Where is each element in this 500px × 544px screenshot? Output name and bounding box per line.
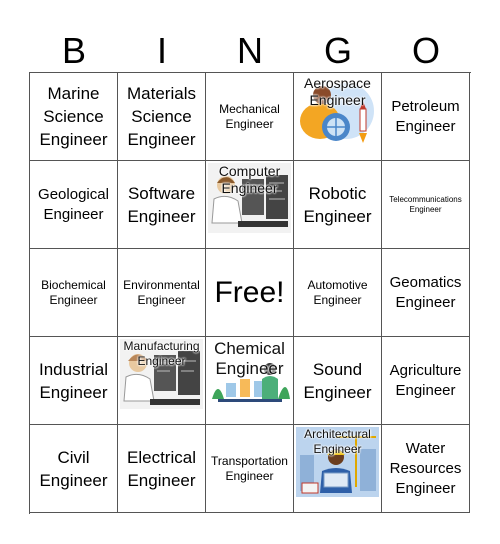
bingo-cell[interactable]: Electrical Engineer (118, 425, 206, 513)
cell-label: Electrical Engineer (127, 447, 196, 490)
cell-label: Manufacturing Engineer (123, 339, 200, 368)
bingo-cell[interactable]: Software Engineer (118, 161, 206, 249)
cell-label: Geomatics Engineer (389, 273, 462, 311)
bingo-cell[interactable]: Agriculture Engineer (382, 337, 470, 425)
bingo-cell[interactable]: Manufacturing Engineer (118, 337, 206, 425)
bingo-header: B I N G O (30, 30, 471, 72)
bingo-cell[interactable]: Petroleum Engineer (382, 73, 470, 161)
cell-label: Industrial Engineer (39, 359, 108, 402)
header-letter-b: B (61, 30, 86, 71)
bingo-cell[interactable]: Telecommunications Engineer (382, 161, 470, 249)
cell-label: Environmental Engineer (123, 277, 200, 307)
computer-engineer-illustration: Computer Engineer (208, 163, 291, 233)
bingo-cell[interactable]: Materials Science Engineer (118, 73, 206, 161)
cell-label: Petroleum Engineer (391, 97, 460, 135)
cell-label: Mechanical Engineer (219, 101, 280, 131)
bingo-cell[interactable]: Chemical Engineer (206, 337, 294, 425)
bingo-cell[interactable]: Computer Engineer (206, 161, 294, 249)
cell-label: Transportation Engineer (211, 453, 288, 483)
cell-label: Telecommunications Engineer (389, 194, 462, 214)
bingo-cell[interactable]: Sound Engineer (294, 337, 382, 425)
cell-label: Chemical Engineer (214, 339, 285, 378)
cell-label: Sound Engineer (303, 359, 372, 402)
chemical-engineer-illustration: Chemical Engineer (208, 339, 291, 409)
cell-label: Geological Engineer (38, 185, 109, 223)
cell-label: Materials Science Engineer (127, 84, 196, 149)
cell-label: Free! (214, 275, 285, 309)
cell-label: Civil Engineer (39, 447, 108, 490)
bingo-cell[interactable]: Civil Engineer (30, 425, 118, 513)
bingo-cell[interactable]: Water Resources Engineer (382, 425, 470, 513)
cell-label: Automotive Engineer (307, 277, 368, 307)
header-letter-n: N (237, 30, 263, 71)
architectural-engineer-illustration: Architectural Engineer (296, 427, 379, 497)
bingo-cell[interactable]: Automotive Engineer (294, 249, 382, 337)
bingo-cell[interactable]: Biochemical Engineer (30, 249, 118, 337)
cell-label: Agriculture Engineer (389, 361, 462, 399)
bingo-cell[interactable]: Environmental Engineer (118, 249, 206, 337)
header-letter-o: O (411, 30, 440, 71)
cell-label: Marine Science Engineer (39, 84, 108, 149)
bingo-cell[interactable]: Geological Engineer (30, 161, 118, 249)
bingo-board: Marine Science Engineer Materials Science… (29, 72, 471, 514)
header-letter-g: G (323, 30, 352, 71)
bingo-cell[interactable]: Robotic Engineer (294, 161, 382, 249)
bingo-cell[interactable]: Architectural Engineer (294, 425, 382, 513)
cell-label: Software Engineer (127, 183, 196, 226)
cell-label: Architectural Engineer (304, 427, 371, 456)
header-letter-i: I (156, 30, 167, 71)
cell-label: Water Resources Engineer (389, 439, 462, 497)
bingo-cell[interactable]: Aerospace Engineer (294, 73, 382, 161)
bingo-cell-free[interactable]: Free! (206, 249, 294, 337)
bingo-cell[interactable]: Transportation Engineer (206, 425, 294, 513)
bingo-cell[interactable]: Geomatics Engineer (382, 249, 470, 337)
bingo-cell[interactable]: Industrial Engineer (30, 337, 118, 425)
manufacturing-engineer-illustration: Manufacturing Engineer (120, 339, 203, 409)
cell-label: Aerospace Engineer (304, 75, 371, 108)
aerospace-engineer-illustration: Aerospace Engineer (296, 75, 379, 145)
bingo-cell[interactable]: Marine Science Engineer (30, 73, 118, 161)
cell-label: Robotic Engineer (303, 183, 372, 226)
cell-label: Computer Engineer (218, 163, 281, 196)
bingo-cell[interactable]: Mechanical Engineer (206, 73, 294, 161)
cell-label: Biochemical Engineer (41, 277, 106, 307)
